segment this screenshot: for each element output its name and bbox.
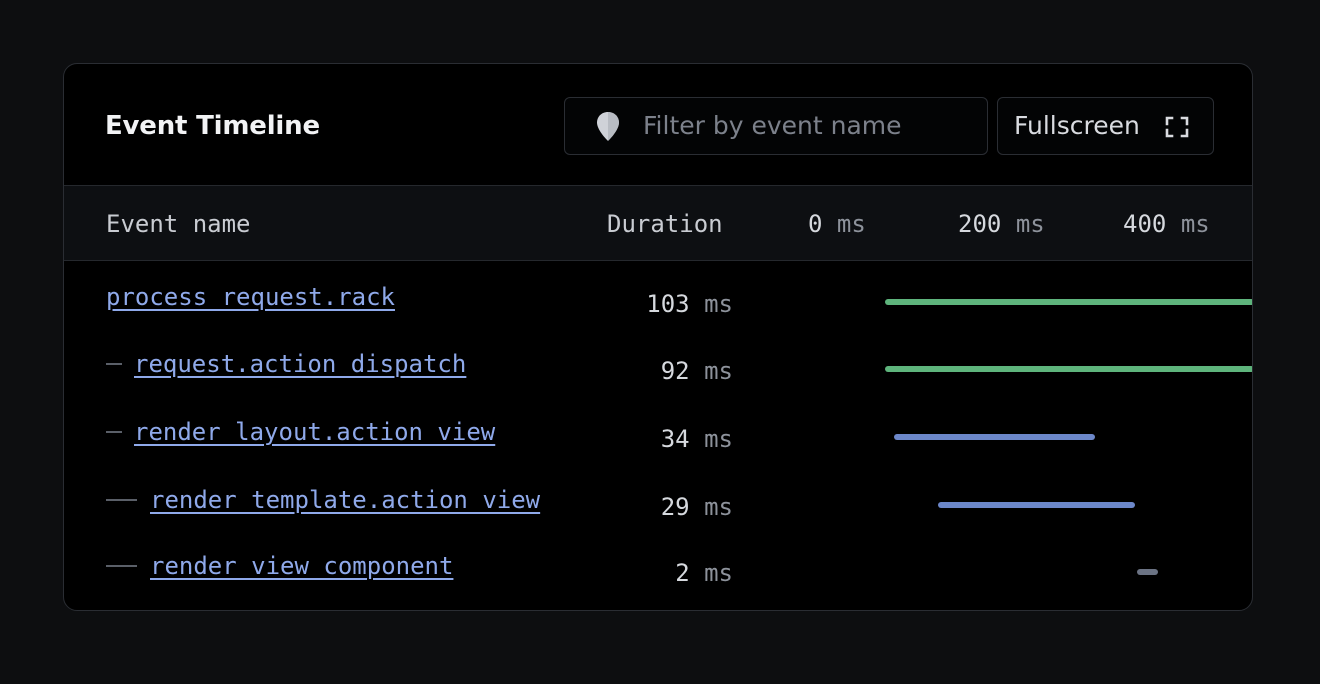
tree-connector (106, 431, 122, 433)
tree-connector (106, 565, 137, 567)
event-duration: 103 ms (646, 289, 733, 319)
event-row: request.action_dispatch 92 ms (64, 349, 1252, 415)
timeline-tick: 400 ms (1123, 210, 1210, 238)
event-link[interactable]: render_template.action_view (150, 485, 540, 515)
duration-value: 103 (646, 290, 690, 318)
duration-value: 29 (660, 493, 690, 521)
event-row: render_view_component 2 ms (64, 551, 1252, 610)
duration-unit: ms (704, 559, 733, 587)
tick-unit: ms (1015, 210, 1045, 238)
duration-value: 34 (660, 425, 690, 453)
event-row: render_template.action_view 29 ms (64, 485, 1252, 551)
event-duration: 34 ms (661, 424, 733, 454)
duration-value: 92 (660, 357, 690, 385)
tick-unit: ms (836, 210, 866, 238)
event-row: render_layout.action_view 34 ms (64, 417, 1252, 483)
duration-unit: ms (704, 357, 733, 385)
column-header-row: Event name Duration 0 ms 200 ms 400 ms (64, 186, 1252, 261)
timeline-bar (885, 366, 1252, 372)
event-duration: 92 ms (661, 356, 733, 386)
fullscreen-label: Fullscreen (1014, 111, 1140, 140)
fullscreen-button[interactable]: Fullscreen (997, 97, 1214, 155)
event-link[interactable]: process_request.rack (106, 282, 395, 312)
duration-unit: ms (704, 290, 733, 318)
duration-value: 2 (675, 559, 690, 587)
filter-input[interactable] (643, 98, 973, 153)
timeline-bar (938, 502, 1135, 508)
expand-corners-icon (1164, 115, 1190, 139)
tick-value: 200 (958, 210, 1002, 238)
event-timeline-panel: Event Timeline Fullscreen (63, 63, 1253, 611)
column-duration: Duration (607, 210, 723, 238)
timeline-tick: 200 ms (958, 210, 1045, 238)
duration-unit: ms (704, 493, 733, 521)
tree-connector (106, 363, 122, 365)
map-pin-icon (595, 111, 621, 143)
column-event-name: Event name (106, 210, 251, 238)
timeline-bar (894, 434, 1095, 440)
tick-value: 400 (1123, 210, 1167, 238)
timeline-tick: 0 ms (808, 210, 866, 238)
tree-connector (106, 499, 137, 501)
event-list: process_request.rack 103 ms request.acti… (64, 261, 1252, 610)
event-link[interactable]: render_view_component (150, 551, 453, 581)
tick-value: 0 (808, 210, 823, 238)
event-link[interactable]: request.action_dispatch (134, 349, 466, 379)
panel-title: Event Timeline (105, 111, 320, 141)
event-duration: 29 ms (661, 492, 733, 522)
timeline-bar (885, 299, 1252, 305)
event-duration: 2 ms (675, 558, 733, 588)
event-link[interactable]: render_layout.action_view (134, 417, 495, 447)
tick-unit: ms (1180, 210, 1210, 238)
panel-header: Event Timeline Fullscreen (64, 64, 1252, 186)
filter-box[interactable] (564, 97, 988, 155)
timeline-bar (1137, 569, 1158, 575)
event-row: process_request.rack 103 ms (64, 282, 1252, 348)
duration-unit: ms (704, 425, 733, 453)
